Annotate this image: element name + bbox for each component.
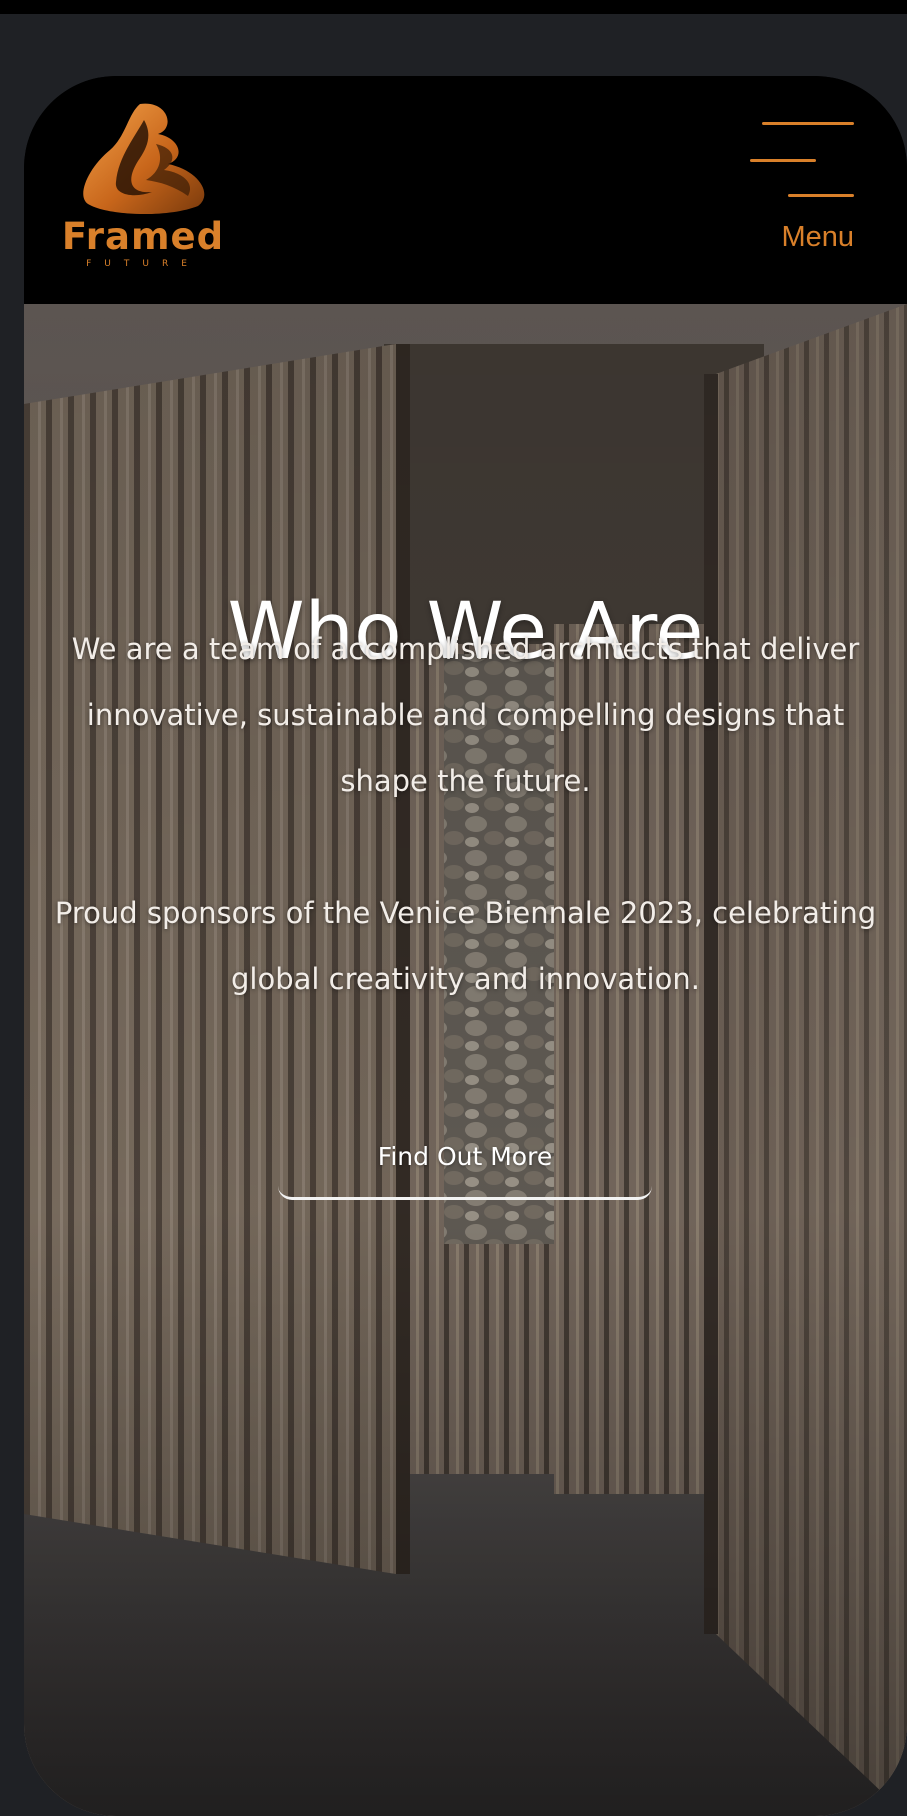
framed-future-logo-icon — [83, 103, 205, 215]
hamburger-menu-icon-bottom — [788, 194, 854, 197]
page-viewport: Framed FUTURE Menu Who We Are We are a t… — [24, 76, 907, 1816]
brand-logo[interactable]: Framed FUTURE — [48, 98, 238, 288]
menu-label: Menu — [781, 221, 854, 253]
hamburger-menu-icon — [762, 122, 854, 125]
hero-section: Who We Are We are a team of accomplished… — [24, 304, 907, 1816]
menu-button[interactable]: Menu — [750, 122, 854, 262]
hamburger-menu-icon-middle — [750, 159, 816, 162]
brand-name: Framed — [61, 215, 225, 258]
hero-intro-text: We are a team of accomplished architects… — [71, 632, 860, 798]
site-header: Framed FUTURE Menu — [24, 76, 907, 304]
brand-tagline: FUTURE — [86, 259, 200, 269]
top-status-strip — [0, 0, 907, 14]
hero-background-image — [24, 304, 907, 1816]
hero-sponsor-text: Proud sponsors of the Venice Biennale 20… — [54, 896, 877, 996]
find-out-more-button[interactable]: Find Out More — [278, 1133, 652, 1200]
